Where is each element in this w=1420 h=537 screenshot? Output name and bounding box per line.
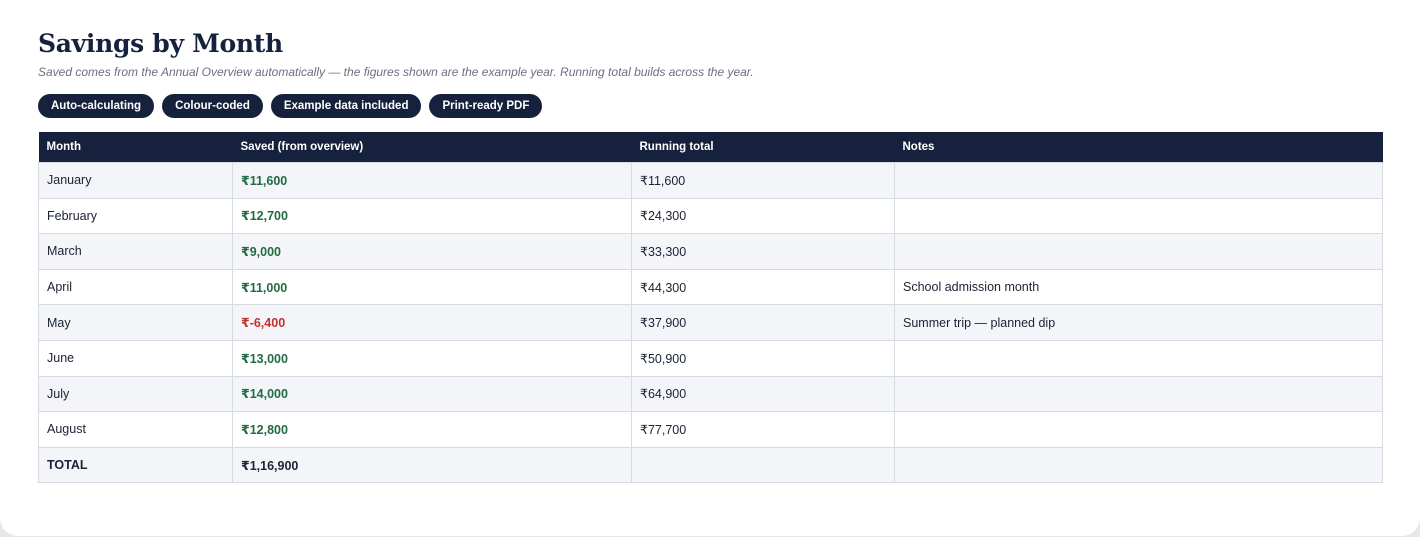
month-cell: August — [38, 411, 233, 448]
running-total-cell: ₹11,600 — [631, 162, 895, 199]
running-total-cell: ₹50,900 — [631, 339, 895, 377]
table-body: January ₹11,600 ₹11,600 February ₹12,700 ₹24,… — [38, 162, 1383, 484]
saved-cell: ₹11,000 — [232, 268, 632, 306]
badge-colour-coded: Colour-coded — [162, 94, 263, 118]
feature-badges: Auto-calculating Colour-coded Example da… — [38, 94, 543, 118]
table-total-row: TOTAL ₹1,16,900 — [38, 446, 1383, 484]
savings-card: Savings by Month Saved comes from the An… — [0, 0, 1420, 536]
month-cell: March — [38, 233, 233, 270]
notes-cell — [894, 197, 1383, 235]
month-cell: June — [38, 339, 233, 377]
column-header-running-total: Running total — [631, 132, 895, 163]
notes-cell — [894, 411, 1383, 448]
badge-print-ready-pdf: Print-ready PDF — [429, 94, 543, 118]
notes-cell — [894, 233, 1383, 270]
savings-table-container: Month Saved (from overview) Running tota… — [38, 132, 1383, 484]
column-header-month: Month — [38, 132, 233, 163]
column-header-notes: Notes — [894, 132, 1383, 163]
table-row: May ₹-6,400 ₹37,900 Summer trip — planned d… — [38, 304, 1383, 341]
notes-cell: School admission month — [894, 268, 1383, 306]
month-cell: April — [38, 268, 233, 306]
table-header-row: Month Saved (from overview) Running tota… — [38, 132, 1383, 163]
month-cell: July — [38, 375, 233, 413]
notes-cell: Summer trip — planned dip — [894, 304, 1383, 341]
saved-cell: ₹12,700 — [232, 197, 632, 235]
running-total-cell: ₹77,700 — [631, 411, 895, 448]
saved-cell: ₹-6,400 — [232, 304, 632, 341]
month-cell: February — [38, 197, 233, 235]
table-row: August ₹12,800 ₹77,700 — [38, 411, 1383, 448]
column-header-saved: Saved (from overview) — [232, 132, 632, 163]
total-running-cell — [631, 446, 895, 484]
notes-cell — [894, 339, 1383, 377]
running-total-cell: ₹37,900 — [631, 304, 895, 341]
savings-table: Month Saved (from overview) Running tota… — [38, 132, 1383, 484]
total-notes-cell — [894, 446, 1383, 484]
notes-cell — [894, 375, 1383, 413]
total-label-cell: TOTAL — [38, 446, 233, 484]
page-title: Savings by Month — [38, 29, 283, 58]
table-row: February ₹12,700 ₹24,300 — [38, 197, 1383, 235]
page-subtitle: Saved comes from the Annual Overview aut… — [38, 65, 754, 79]
running-total-cell: ₹44,300 — [631, 268, 895, 306]
badge-auto-calculating: Auto-calculating — [38, 94, 155, 118]
saved-cell: ₹11,600 — [232, 162, 632, 199]
month-cell: May — [38, 304, 233, 341]
running-total-cell: ₹33,300 — [631, 233, 895, 270]
running-total-cell: ₹64,900 — [631, 375, 895, 413]
saved-cell: ₹12,800 — [232, 411, 632, 448]
notes-cell — [894, 162, 1383, 199]
table-row: March ₹9,000 ₹33,300 — [38, 233, 1383, 270]
saved-cell: ₹9,000 — [232, 233, 632, 270]
month-cell: January — [38, 162, 233, 199]
running-total-cell: ₹24,300 — [631, 197, 895, 235]
saved-cell: ₹13,000 — [232, 339, 632, 377]
table-row: January ₹11,600 ₹11,600 — [38, 162, 1383, 199]
table-row: June ₹13,000 ₹50,900 — [38, 339, 1383, 377]
saved-cell: ₹14,000 — [232, 375, 632, 413]
table-row: July ₹14,000 ₹64,900 — [38, 375, 1383, 413]
table-row: April ₹11,000 ₹44,300 School admission mont… — [38, 268, 1383, 306]
total-saved-cell: ₹1,16,900 — [232, 446, 632, 484]
badge-example-data: Example data included — [270, 94, 422, 118]
